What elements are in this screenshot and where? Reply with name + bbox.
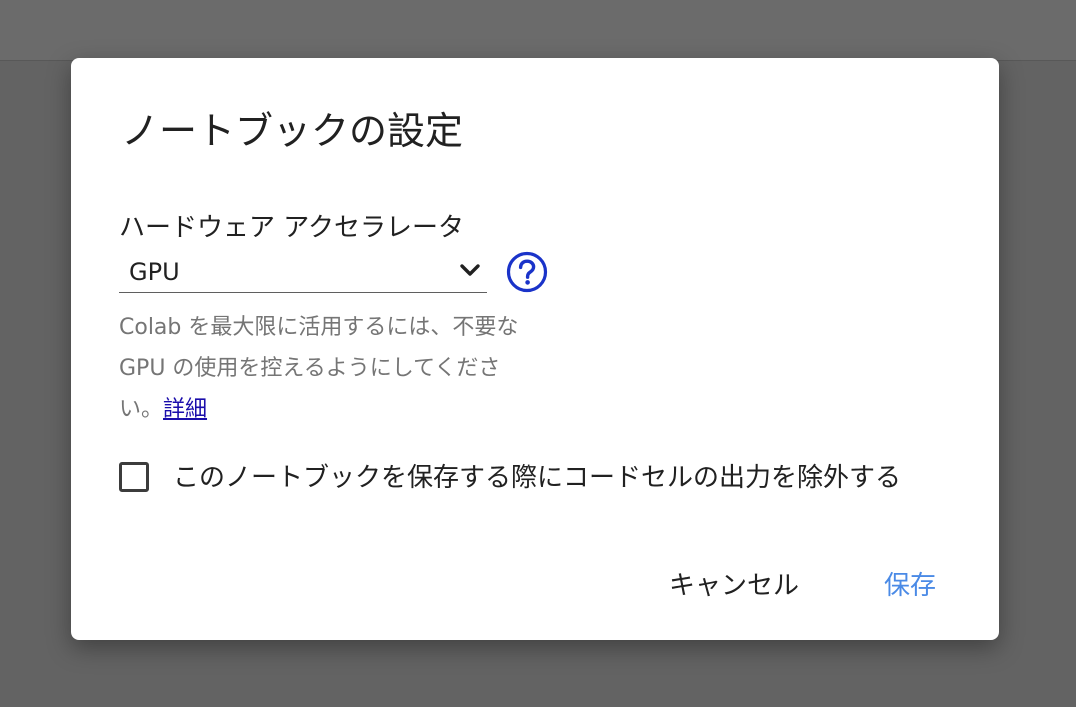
backdrop-header (0, 0, 1076, 61)
omit-output-checkbox[interactable] (119, 462, 149, 492)
chevron-down-icon (460, 264, 480, 276)
learn-more-link[interactable]: 詳細 (163, 397, 207, 422)
gpu-usage-hint: Colab を最大限に活用するには、不要な GPU の使用を控えるようにしてくだ… (119, 307, 559, 430)
cancel-button[interactable]: キャンセル (669, 566, 799, 606)
notebook-settings-dialog: ノートブックの設定 ハードウェア アクセラレータ GPU Colab を最大限に… (71, 58, 999, 640)
hint-line-last: い。詳細 (119, 389, 559, 430)
hardware-accelerator-value: GPU (129, 258, 180, 286)
omit-output-label[interactable]: このノートブックを保存する際にコードセルの出力を除外する (173, 458, 901, 498)
hint-line: Colab を最大限に活用するには、不要な (119, 315, 519, 340)
hint-line: GPU の使用を控えるようにしてくださ (119, 356, 501, 381)
help-circle-icon[interactable] (506, 251, 548, 293)
hardware-accelerator-select[interactable]: GPU (119, 252, 487, 293)
hint-line-end: い。 (119, 397, 164, 422)
save-button[interactable]: 保存 (884, 566, 936, 606)
dialog-title: ノートブックの設定 (121, 109, 464, 153)
hardware-accelerator-label: ハードウェア アクセラレータ (119, 213, 464, 243)
